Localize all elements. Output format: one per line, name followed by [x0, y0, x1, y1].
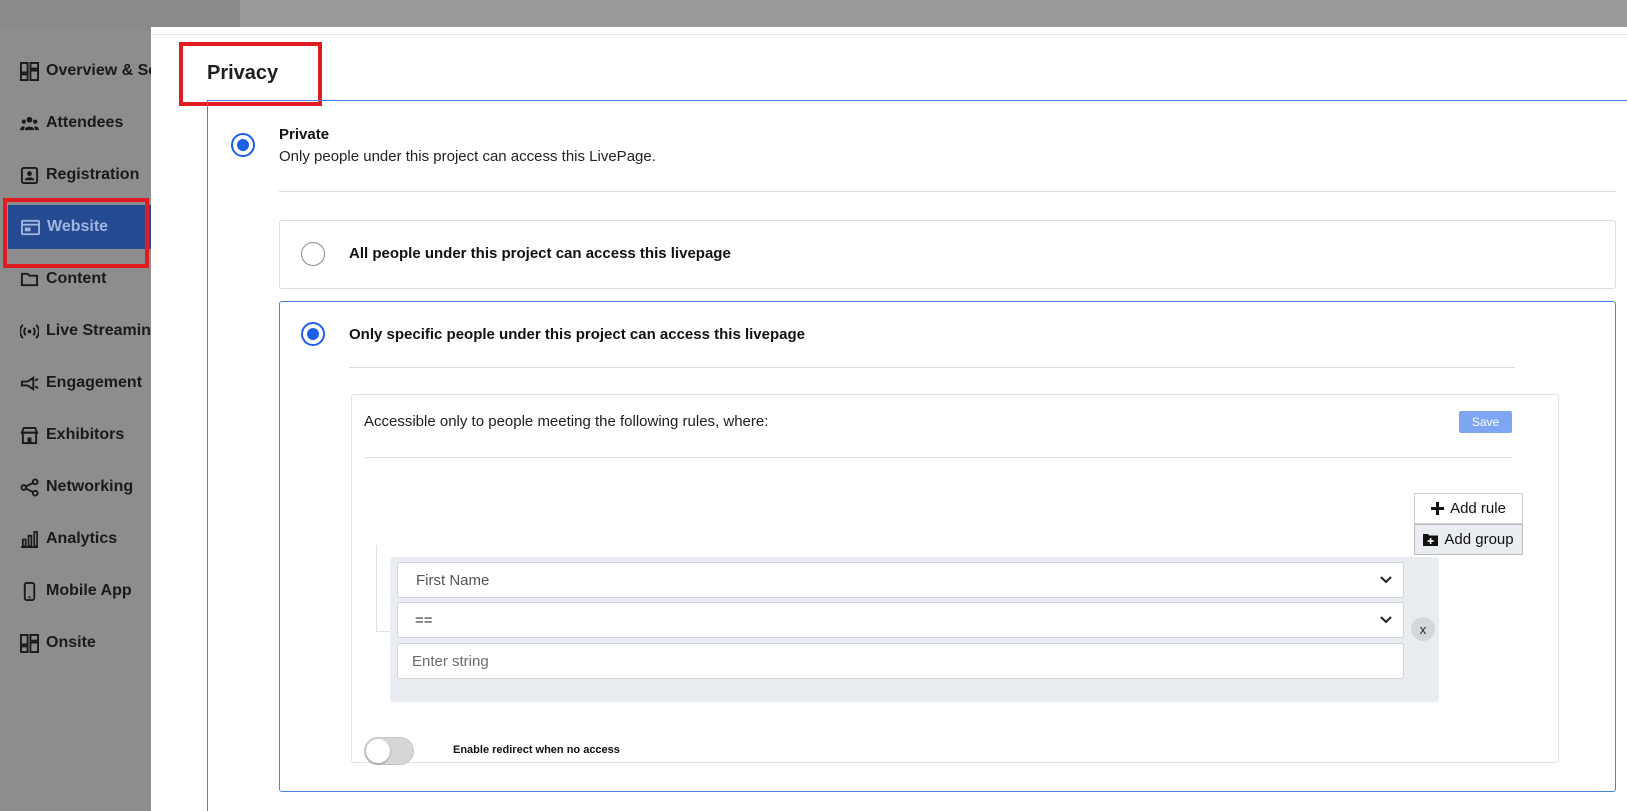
save-button[interactable]: Save	[1459, 411, 1512, 433]
sidebar-item-label: Content	[46, 270, 107, 287]
add-rule-button[interactable]: Add rule	[1414, 493, 1523, 524]
remove-rule-button[interactable]: x	[1411, 617, 1435, 641]
store-icon	[20, 426, 39, 445]
sidebar-item-label: Live Streaming	[46, 322, 152, 339]
option-specific-people-radio[interactable]	[301, 322, 325, 346]
grid-icon	[20, 633, 39, 653]
rule-group: First Name == x	[390, 557, 1439, 702]
private-radio[interactable]	[231, 133, 255, 157]
option-specific-people-label: Only specific people under this project …	[349, 326, 805, 343]
phone-icon	[20, 581, 39, 601]
sidebar-item-label: Mobile App	[46, 582, 132, 599]
website-highlight-box	[3, 198, 149, 268]
title-highlight-box	[179, 42, 322, 106]
sidebar-item-label: Attendees	[46, 114, 124, 131]
folder-plus-icon	[1423, 533, 1439, 546]
plus-icon	[1431, 502, 1445, 515]
sidebar-item-engagement[interactable]: Engagement	[0, 361, 152, 405]
megaphone-icon	[20, 374, 39, 393]
private-label: Private	[279, 126, 330, 143]
folder-icon	[20, 270, 39, 289]
private-description: Only people under this project can acces…	[279, 148, 656, 165]
sidebar-item-label: Registration	[46, 166, 140, 183]
sidebar-item-label: Exhibitors	[46, 426, 125, 443]
registration-icon	[20, 166, 39, 185]
bar-chart-icon	[20, 530, 39, 549]
sidebar-item-networking[interactable]: Networking	[0, 465, 152, 509]
top-bar	[0, 0, 1627, 30]
option-all-people-card[interactable]: All people under this project can access…	[279, 220, 1616, 289]
rule-operator-select[interactable]: ==	[397, 602, 1404, 638]
sidebar-item-label: Networking	[46, 478, 134, 495]
sidebar-item-analytics[interactable]: Analytics	[0, 517, 152, 561]
option-all-people-label: All people under this project can access…	[349, 245, 731, 262]
sidebar-item-onsite[interactable]: Onsite	[0, 621, 152, 665]
dashboard-icon	[20, 61, 39, 81]
share-icon	[20, 477, 39, 497]
sidebar-item-overview[interactable]: Overview & Settings	[0, 49, 152, 93]
redirect-toggle-label: Enable redirect when no access	[453, 744, 620, 756]
sidebar-item-label: Onsite	[46, 634, 96, 651]
sidebar-item-attendees[interactable]: Attendees	[0, 101, 152, 145]
sidebar: Overview & Settings Attendees Registrati…	[0, 30, 152, 811]
add-group-button[interactable]: Add group	[1414, 524, 1523, 555]
redirect-toggle[interactable]	[364, 737, 414, 765]
sidebar-item-label: Engagement	[46, 374, 143, 391]
sidebar-item-live-streaming[interactable]: Live Streaming	[0, 309, 152, 353]
people-icon	[20, 114, 39, 133]
sidebar-item-label: Overview & Settings	[46, 62, 152, 79]
sidebar-item-exhibitors[interactable]: Exhibitors	[0, 413, 152, 457]
sidebar-item-registration[interactable]: Registration	[0, 153, 152, 197]
sidebar-item-mobile-app[interactable]: Mobile App	[0, 569, 152, 613]
rule-value-input[interactable]	[397, 643, 1404, 679]
sidebar-item-label: Analytics	[46, 530, 118, 547]
privacy-panel: Privacy Private Only people under this p…	[151, 27, 1627, 811]
rule-field-select[interactable]: First Name	[397, 562, 1404, 598]
chevron-down-icon	[1380, 616, 1392, 624]
rules-box: Accessible only to people meeting the fo…	[351, 394, 1559, 765]
rules-description: Accessible only to people meeting the fo…	[364, 413, 769, 430]
option-all-people-radio[interactable]	[301, 242, 325, 266]
rule-value-input-field[interactable]	[398, 644, 1403, 678]
broadcast-icon	[20, 322, 39, 341]
chevron-down-icon	[1380, 576, 1392, 584]
